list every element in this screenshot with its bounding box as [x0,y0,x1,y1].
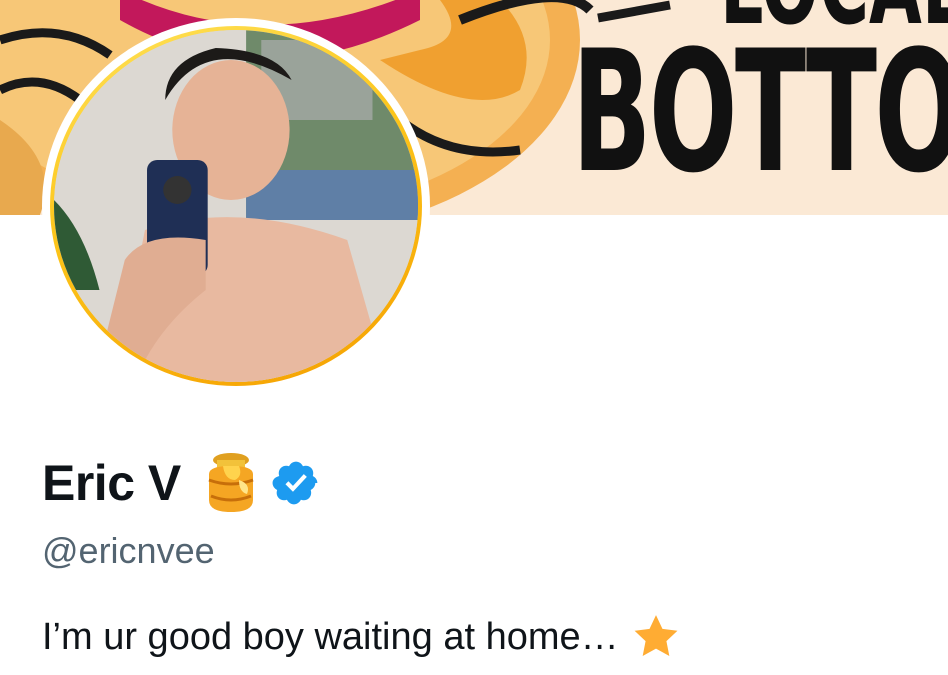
banner-text-main: BOTTOM [572,14,948,210]
profile-handle: @ericnvee [42,530,215,571]
profile-name-row: Eric V [42,450,321,516]
star-icon [634,615,678,656]
avatar-photo [54,30,418,382]
profile-avatar[interactable] [42,18,430,394]
profile-bio: I’m ur good boy waiting at home… [42,612,681,662]
verified-badge-icon[interactable] [271,458,321,508]
bio-text: I’m ur good boy waiting at home… [42,615,619,658]
display-name: Eric V [42,455,181,511]
honey-pot-icon [208,453,254,512]
